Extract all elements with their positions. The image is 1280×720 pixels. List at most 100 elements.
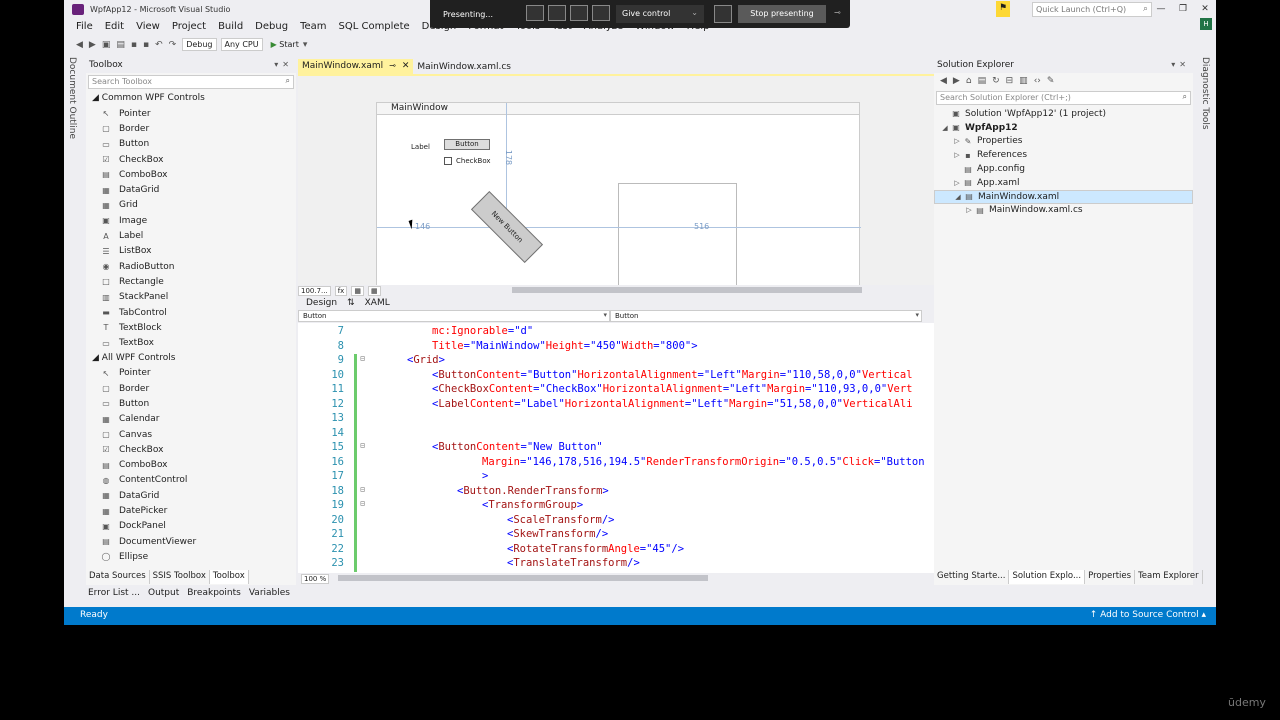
- tab-getting-started[interactable]: Getting Starte...: [934, 570, 1010, 584]
- toolbox-item-datepicker[interactable]: ▦ DatePicker: [86, 503, 296, 518]
- all-wpf-controls-header[interactable]: ◢ All WPF Controls: [86, 351, 296, 366]
- snap-toggle-icon[interactable]: ▦: [367, 285, 381, 296]
- navigate-forward-icon[interactable]: ▶: [89, 40, 96, 50]
- toolbox-item-combobox[interactable]: ▤ ComboBox: [86, 458, 296, 473]
- tab-variables[interactable]: Variables: [245, 588, 294, 602]
- tree-item-mainwindow-xaml-cs[interactable]: ▷ ▤ MainWindow.xaml.cs: [934, 204, 1193, 218]
- menu-sql-complete[interactable]: SQL Complete: [333, 19, 416, 35]
- save-all-icon[interactable]: ▪: [143, 40, 149, 50]
- tab-data-sources[interactable]: Data Sources: [86, 570, 150, 584]
- restore-button[interactable]: ❐: [1172, 0, 1194, 18]
- toolbox-item-ellipse[interactable]: ◯ Ellipse: [86, 549, 296, 564]
- code-line[interactable]: 16 Margin="146,178,516,194.5" RenderTrans…: [298, 455, 988, 470]
- fold-toggle-icon[interactable]: ⊟: [358, 354, 367, 363]
- toolbox-search-input[interactable]: Search Toolbox ⌕: [88, 75, 294, 89]
- save-icon[interactable]: ▪: [131, 40, 137, 50]
- menu-project[interactable]: Project: [166, 19, 212, 35]
- properties-icon[interactable]: ✎: [1047, 76, 1055, 86]
- toolbox-item-button[interactable]: ▭ Button: [86, 396, 296, 411]
- code-line[interactable]: 20 <ScaleTransform/>: [298, 513, 988, 528]
- fold-toggle-icon[interactable]: ⊟: [358, 441, 367, 450]
- code-line[interactable]: 9 ⊟ <Grid>: [298, 354, 988, 369]
- switch-views-icon[interactable]: ▤: [978, 76, 987, 86]
- share-window-icon[interactable]: [714, 5, 732, 23]
- tab-team-explorer[interactable]: Team Explorer: [1135, 570, 1203, 584]
- toolbox-item-checkbox[interactable]: ☑ CheckBox: [86, 442, 296, 457]
- platform-dropdown[interactable]: Any CPU: [220, 38, 263, 51]
- code-line[interactable]: 18 ⊟ <Button.RenderTransform>: [298, 484, 988, 499]
- code-line[interactable]: 17 >: [298, 470, 988, 485]
- open-file-icon[interactable]: ▤: [116, 40, 125, 50]
- toolbox-item-datagrid[interactable]: ▦ DataGrid: [86, 182, 296, 197]
- toolbox-item-pointer[interactable]: ↖ Pointer: [86, 106, 296, 121]
- toolbox-item-combobox[interactable]: ▤ ComboBox: [86, 167, 296, 182]
- collapse-all-icon[interactable]: ⊟: [1006, 76, 1014, 86]
- stop-presenting-button[interactable]: Stop presenting: [738, 5, 826, 23]
- tab-toolbox[interactable]: Toolbox: [209, 570, 249, 584]
- sync-icon[interactable]: ↻: [992, 76, 1000, 86]
- fold-toggle-icon[interactable]: ⊟: [358, 499, 367, 508]
- menu-view[interactable]: View: [130, 19, 166, 35]
- panel-controls[interactable]: ▾✕: [274, 60, 293, 69]
- menu-debug[interactable]: Debug: [249, 19, 294, 35]
- code-line[interactable]: 14: [298, 426, 988, 441]
- close-tab-icon[interactable]: ✕: [402, 61, 410, 71]
- toolbox-item-border[interactable]: ▢ Border: [86, 381, 296, 396]
- toolbox-item-datagrid[interactable]: ▦ DataGrid: [86, 488, 296, 503]
- view-option-icon[interactable]: [592, 5, 610, 21]
- panel-controls[interactable]: ▾✕: [1171, 60, 1190, 69]
- feedback-filter-icon[interactable]: ⚑: [996, 1, 1010, 17]
- toolbox-item-label[interactable]: A Label: [86, 228, 296, 243]
- menu-edit[interactable]: Edit: [99, 19, 130, 35]
- toolbox-item-grid[interactable]: ▦ Grid: [86, 198, 296, 213]
- toolbox-item-rectangle[interactable]: □ Rectangle: [86, 274, 296, 289]
- toolbox-item-border[interactable]: ▢ Border: [86, 121, 296, 136]
- tab-mainwindow-xaml[interactable]: MainWindow.xaml ⊸ ✕: [298, 59, 414, 74]
- toolbox-item-tabcontrol[interactable]: ▬ TabControl: [86, 305, 296, 320]
- tab-solution-explorer[interactable]: Solution Explo...: [1009, 570, 1086, 584]
- document-outline-tab[interactable]: Document Outline: [67, 57, 77, 139]
- diagnostic-tools-tab[interactable]: Diagnostic Tools: [1200, 57, 1210, 130]
- menu-build[interactable]: Build: [212, 19, 249, 35]
- code-zoom-dropdown[interactable]: 100 %: [301, 573, 330, 584]
- show-all-files-icon[interactable]: ▥: [1019, 76, 1028, 86]
- toolbox-item-stackpanel[interactable]: ▥ StackPanel: [86, 290, 296, 305]
- designer-checkbox[interactable]: CheckBox: [444, 157, 491, 165]
- expander-icon[interactable]: ◢: [953, 193, 963, 201]
- toolbox-item-pointer[interactable]: ↖ Pointer: [86, 366, 296, 381]
- xaml-code-editor[interactable]: 7 mc:Ignorable="d" 8 Title="MainWindow" Hei…: [298, 323, 994, 573]
- toolbar-overflow-icon[interactable]: ▾: [303, 40, 308, 50]
- tab-design[interactable]: Design: [306, 298, 337, 308]
- tab-output[interactable]: Output: [144, 588, 183, 602]
- tab-xaml[interactable]: XAML: [365, 298, 390, 308]
- menu-file[interactable]: File: [70, 19, 99, 35]
- configuration-dropdown[interactable]: Debug: [182, 38, 217, 51]
- code-view-icon[interactable]: ‹›: [1034, 76, 1041, 86]
- tree-item-references[interactable]: ▷ ▪ References: [934, 148, 1193, 162]
- give-control-dropdown[interactable]: Give control ⌄: [616, 5, 704, 23]
- tab-properties[interactable]: Properties: [1085, 570, 1136, 584]
- minimize-button[interactable]: —: [1150, 0, 1172, 18]
- quick-launch-input[interactable]: Quick Launch (Ctrl+Q) ⌕: [1032, 2, 1152, 17]
- tree-item-wpfapp12[interactable]: ◢ ▣ WpfApp12: [934, 121, 1193, 135]
- redo-icon[interactable]: ↷: [169, 40, 177, 50]
- code-line[interactable]: 21 <SkewTransform/>: [298, 528, 988, 543]
- toolbox-item-calendar[interactable]: ▦ Calendar: [86, 412, 296, 427]
- element-type-dropdown[interactable]: Button ▾: [298, 310, 610, 322]
- navigate-back-icon[interactable]: ◀: [76, 40, 83, 50]
- account-avatar[interactable]: H: [1200, 18, 1212, 30]
- tab-error-list[interactable]: Error List ...: [84, 588, 144, 602]
- back-icon[interactable]: ◀: [940, 76, 947, 86]
- effects-button[interactable]: fx: [334, 285, 348, 296]
- view-option-icon[interactable]: [526, 5, 544, 21]
- code-line[interactable]: 13: [298, 412, 988, 427]
- undo-icon[interactable]: ↶: [155, 40, 163, 50]
- solution-search-input[interactable]: Search Solution Explorer (Ctrl+;) ⌕: [936, 91, 1191, 105]
- expander-icon[interactable]: ◢: [940, 124, 950, 132]
- toolbox-item-textbox[interactable]: ▭ TextBox: [86, 335, 296, 350]
- tab-ssis-toolbox[interactable]: SSIS Toolbox: [150, 570, 210, 584]
- designer-window-preview[interactable]: MainWindow Label Button CheckBox 146 516…: [376, 102, 861, 286]
- forward-icon[interactable]: ▶: [953, 76, 960, 86]
- xaml-designer[interactable]: MainWindow Label Button CheckBox 146 516…: [298, 74, 994, 286]
- code-line[interactable]: 10 <Button Content="Button" HorizontalAli…: [298, 368, 988, 383]
